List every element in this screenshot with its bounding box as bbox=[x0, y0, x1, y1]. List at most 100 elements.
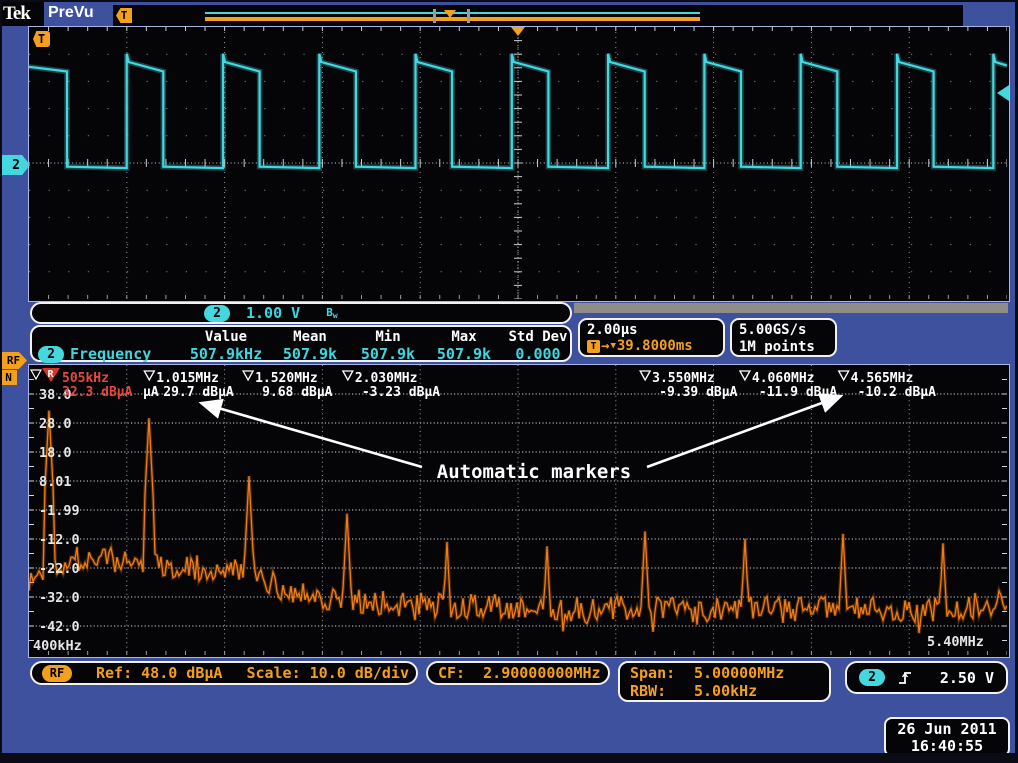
trigger-level: 2.50 V bbox=[940, 669, 994, 687]
meas-header-stddev: Std Dev bbox=[502, 329, 574, 345]
rf-spectrum-display: 38.028.018.08.01-1.99-12.0-22.0-32.0-42.… bbox=[28, 364, 1010, 658]
svg-text:1.015MHz: 1.015MHz bbox=[156, 371, 219, 386]
meas-header-max: Max bbox=[426, 329, 502, 345]
spectrum-graticule: 38.028.018.08.01-1.99-12.0-22.0-32.0-42.… bbox=[29, 365, 1007, 655]
rbw-value: 5.00kHz bbox=[694, 683, 757, 701]
trigger-channel-badge: 2 bbox=[859, 669, 885, 686]
trigger-readout-box: 2 2.50 V bbox=[845, 661, 1008, 694]
channel2-readout-bar: 2 1.00 V Bw bbox=[30, 302, 572, 324]
acquisition-overview-strip: T bbox=[113, 5, 963, 26]
rf-badge: RF bbox=[42, 665, 72, 682]
automatic-markers: 1.015MHz29.7 dBµA 1.520MHz9.68 dBµA 2.030M… bbox=[144, 371, 936, 400]
trigger-t-icon: T bbox=[33, 31, 50, 47]
span-label: Span: bbox=[630, 665, 694, 683]
bandwidth-limit-icon: Bw bbox=[326, 306, 337, 320]
svg-text:4.060MHz: 4.060MHz bbox=[752, 371, 815, 386]
waveform-display bbox=[28, 26, 1010, 302]
svg-text:8.01: 8.01 bbox=[39, 474, 72, 490]
svg-text:9.68 dBµA: 9.68 dBµA bbox=[262, 385, 333, 400]
svg-text:28.0: 28.0 bbox=[39, 416, 72, 432]
rbw-label: RBW: bbox=[630, 683, 694, 701]
trigger-delay-readout: T→▼39.8000ms bbox=[587, 338, 716, 355]
zoom-window-right-bracket bbox=[467, 9, 470, 23]
arrow-right-icon: → bbox=[601, 338, 609, 355]
meas-max: 507.9k bbox=[426, 345, 502, 363]
svg-text:-10.2 dBµA: -10.2 dBµA bbox=[858, 385, 936, 400]
waveform-scroll-indicator bbox=[574, 303, 1008, 313]
svg-text:4.565MHz: 4.565MHz bbox=[851, 371, 914, 386]
cursor-down-icon: ▼ bbox=[610, 338, 615, 355]
rf-normal-trace-marker: N bbox=[0, 370, 17, 385]
meas-header-value: Value bbox=[182, 329, 270, 345]
rf-units-label: µA bbox=[143, 385, 159, 400]
waveform-graticule bbox=[29, 27, 1007, 299]
delay-value: 39.8000ms bbox=[617, 338, 693, 355]
span-rbw-box: Span:5.00000MHz RBW:5.00kHz bbox=[618, 661, 831, 702]
svg-text:2.030MHz: 2.030MHz bbox=[355, 371, 418, 386]
rf-scale: Scale: 10.0 dB/div bbox=[246, 664, 409, 682]
meas-channel-badge: 2 bbox=[38, 346, 64, 363]
annotation-text: Automatic markers bbox=[437, 461, 631, 483]
svg-text:-1.99: -1.99 bbox=[39, 503, 80, 519]
svg-text:29.7 dBµA: 29.7 dBµA bbox=[163, 385, 234, 400]
svg-text:-42.0: -42.0 bbox=[39, 619, 80, 635]
measurement-bar: Value Mean Min Max Std Dev 2 Frequency 5… bbox=[30, 325, 572, 362]
svg-text:32.3 dBµA: 32.3 dBµA bbox=[62, 385, 133, 400]
svg-text:-32.0: -32.0 bbox=[39, 590, 80, 606]
marker-triangle-icon bbox=[343, 371, 353, 380]
timebase-scale: 2.00µs bbox=[587, 322, 716, 338]
marker-triangle-icon bbox=[243, 371, 253, 380]
annotation: Automatic markers bbox=[201, 396, 841, 483]
channel2-scale: 1.00 V bbox=[246, 304, 300, 322]
expansion-point-icon bbox=[444, 10, 456, 18]
meas-mean: 507.9k bbox=[270, 345, 350, 363]
center-frequency: CF: 2.90000000MHz bbox=[438, 664, 601, 682]
span-value: 5.00000MHz bbox=[694, 665, 784, 683]
meas-header-mean: Mean bbox=[270, 329, 350, 345]
meas-stddev: 0.000 bbox=[502, 345, 574, 363]
svg-text:18.0: 18.0 bbox=[39, 445, 72, 461]
meas-header-min: Min bbox=[350, 329, 426, 345]
stop-frequency-label: 5.40MHz bbox=[927, 634, 984, 650]
meas-min: 507.9k bbox=[350, 345, 426, 363]
rf-reference-bar: RF Ref: 48.0 dBµA Scale: 10.0 dB/div bbox=[30, 661, 418, 685]
center-frequency-box: CF: 2.90000000MHz bbox=[426, 661, 610, 685]
rf-position-marker: RF bbox=[0, 352, 27, 369]
datetime-box: 26 Jun 2011 16:40:55 bbox=[884, 717, 1010, 757]
marker-triangle-icon bbox=[740, 371, 750, 380]
svg-text:-12.0: -12.0 bbox=[39, 532, 80, 548]
marker-triangle-icon bbox=[640, 371, 650, 380]
acquisition-box: 5.00GS/s 1M points bbox=[730, 318, 837, 357]
marker-triangle-icon bbox=[839, 371, 849, 380]
rising-edge-icon bbox=[897, 670, 913, 686]
marker-triangle-icon bbox=[144, 371, 154, 380]
tek-logo: Tek bbox=[3, 3, 30, 25]
rf-ref-level: Ref: 48.0 dBµA bbox=[96, 664, 222, 682]
trigger-t-chip-icon: T bbox=[587, 340, 600, 353]
zoom-window-left-bracket bbox=[433, 9, 436, 23]
svg-text:R: R bbox=[48, 369, 55, 380]
measurement-row: 2 Frequency 507.9kHz 507.9k 507.9k 507.9… bbox=[32, 345, 574, 362]
svg-text:1.520MHz: 1.520MHz bbox=[255, 371, 318, 386]
wave-grid bbox=[29, 27, 1007, 299]
svg-text:-9.39 dBµA: -9.39 dBµA bbox=[659, 385, 737, 400]
meas-name: Frequency bbox=[70, 345, 151, 363]
start-frequency-label: 400kHz bbox=[33, 638, 82, 654]
spec-y-axis-labels: 38.028.018.08.01-1.99-12.0-22.0-32.0-42.… bbox=[39, 387, 80, 635]
svg-text:-22.0: -22.0 bbox=[39, 561, 80, 577]
svg-text:505kHz: 505kHz bbox=[62, 371, 109, 386]
svg-text:3.550MHz: 3.550MHz bbox=[652, 371, 715, 386]
sample-rate: 5.00GS/s bbox=[739, 322, 828, 339]
rf-trace-glow bbox=[29, 411, 1007, 634]
rf-trace bbox=[29, 411, 1007, 634]
svg-text:-3.23 dBµA: -3.23 dBµA bbox=[362, 385, 440, 400]
record-length: 1M points bbox=[739, 339, 828, 356]
channel2-badge: 2 bbox=[204, 305, 230, 322]
channel2-ground-marker: 2 bbox=[2, 155, 30, 175]
trigger-position-icon bbox=[511, 27, 525, 36]
annotation-arrow-left bbox=[201, 403, 422, 467]
trigger-arrow-icon: T bbox=[116, 8, 132, 23]
svg-text:-11.9 dBµA: -11.9 dBµA bbox=[759, 385, 837, 400]
acquisition-status: PreVu bbox=[48, 4, 94, 22]
meas-value: 507.9kHz bbox=[182, 345, 270, 363]
